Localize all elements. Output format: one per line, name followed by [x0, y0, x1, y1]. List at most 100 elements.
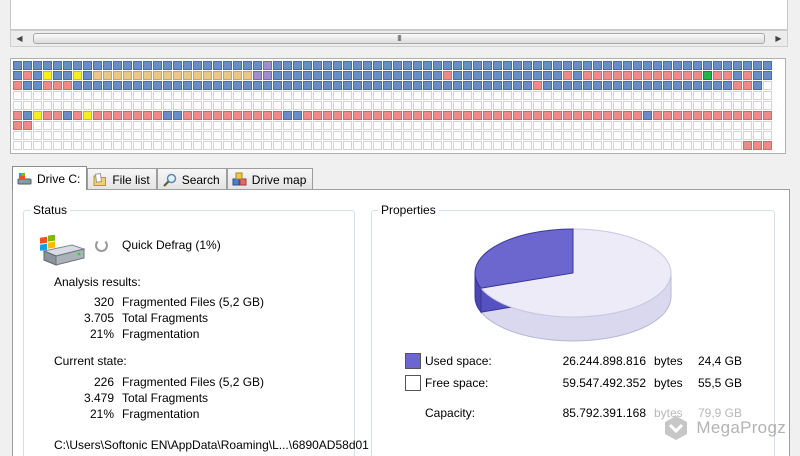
cluster-free [323, 141, 332, 150]
cluster-free [473, 91, 482, 100]
cluster-used [713, 61, 722, 70]
cluster-used [763, 61, 772, 70]
capacity-bytes: 85.792.391.168 [562, 406, 646, 420]
cluster-free [363, 101, 372, 110]
cluster-free [403, 91, 412, 100]
cluster-free [53, 141, 62, 150]
cluster-used [163, 111, 172, 120]
cluster-free [693, 101, 702, 110]
cluster-free [433, 91, 442, 100]
cluster-free [503, 131, 512, 140]
cluster-fragmented [743, 71, 752, 80]
cluster-used [123, 61, 132, 70]
cluster-free [223, 141, 232, 150]
cluster-free [163, 131, 172, 140]
cluster-used [213, 81, 222, 90]
cluster-fragmented [513, 111, 522, 120]
cluster-used [623, 61, 632, 70]
cluster-fragmented [403, 111, 412, 120]
cluster-free [213, 101, 222, 110]
cluster-free [153, 101, 162, 110]
scroll-left-icon[interactable]: ◀ [11, 31, 28, 46]
cluster-free [403, 121, 412, 130]
cluster-used [233, 81, 242, 90]
cluster-free [443, 131, 452, 140]
cluster-free [53, 101, 62, 110]
cluster-free [753, 121, 762, 130]
cluster-used [453, 61, 462, 70]
cluster-fragmented [633, 111, 642, 120]
cluster-free [413, 131, 422, 140]
cluster-free [273, 131, 282, 140]
cluster-free [393, 131, 402, 140]
file-list-area[interactable] [10, 0, 788, 30]
cluster-free [513, 121, 522, 130]
current-state-label: Current state: [54, 354, 127, 368]
cluster-used [603, 81, 612, 90]
cluster-used [83, 71, 92, 80]
cluster-mft [243, 71, 252, 80]
cluster-fragmented [363, 111, 372, 120]
cluster-used [223, 81, 232, 90]
cluster-used [183, 81, 192, 90]
cluster-used [473, 61, 482, 70]
cluster-used [473, 71, 482, 80]
cluster-free [303, 141, 312, 150]
tab-search[interactable]: Search [156, 168, 227, 190]
tab-drive-map[interactable]: Drive map [226, 168, 314, 190]
cluster-free [763, 81, 772, 90]
cluster-free [123, 101, 132, 110]
cluster-used [103, 81, 112, 90]
current-fragmentation-label: Fragmentation [122, 407, 200, 421]
cluster-fragmented [333, 111, 342, 120]
cluster-free [223, 121, 232, 130]
cluster-free [23, 101, 32, 110]
horizontal-scrollbar[interactable]: ◀ III ▶ [10, 30, 788, 47]
cluster-fragmented [53, 81, 62, 90]
cluster-free [613, 131, 622, 140]
scroll-right-icon[interactable]: ▶ [770, 31, 787, 46]
cluster-fragmented [603, 111, 612, 120]
cluster-free [393, 141, 402, 150]
cluster-used [433, 71, 442, 80]
cluster-fragmented [763, 111, 772, 120]
cluster-fragmented [303, 111, 312, 120]
cluster-used [503, 81, 512, 90]
cluster-free [703, 131, 712, 140]
tab-drive-c[interactable]: Drive C: [12, 166, 88, 190]
cluster-free [103, 121, 112, 130]
cluster-free [193, 141, 202, 150]
cluster-free [293, 131, 302, 140]
free-space-swatch [405, 375, 421, 391]
cluster-fragmented [343, 111, 352, 120]
cluster-used [63, 61, 72, 70]
cluster-used [253, 81, 262, 90]
cluster-free [723, 121, 732, 130]
cluster-free [43, 131, 52, 140]
cluster-mft [133, 71, 142, 80]
cluster-mft [143, 71, 152, 80]
cluster-free [343, 141, 352, 150]
cluster-used [543, 81, 552, 90]
cluster-free [753, 101, 762, 110]
scrollbar-thumb[interactable]: III [33, 33, 765, 44]
cluster-fragmented [213, 111, 222, 120]
tab-file-list[interactable]: File list [87, 168, 157, 190]
cluster-fragmented [663, 111, 672, 120]
cluster-free [273, 101, 282, 110]
cluster-fragmented [253, 111, 262, 120]
cluster-free [533, 101, 542, 110]
cluster-free [633, 101, 642, 110]
cluster-fragmented [243, 111, 252, 120]
cluster-used [533, 71, 542, 80]
cluster-used [303, 71, 312, 80]
drive-cluster-map[interactable] [10, 58, 786, 154]
cluster-used [743, 61, 752, 70]
cluster-used [573, 81, 582, 90]
cluster-fragmented [743, 81, 752, 90]
analysis-fragmented-files-label: Fragmented Files (5,2 GB) [122, 295, 265, 309]
cluster-free [83, 131, 92, 140]
cluster-fragmented [123, 111, 132, 120]
cluster-free [603, 141, 612, 150]
current-total-fragments-value: 3.479 [83, 391, 114, 405]
